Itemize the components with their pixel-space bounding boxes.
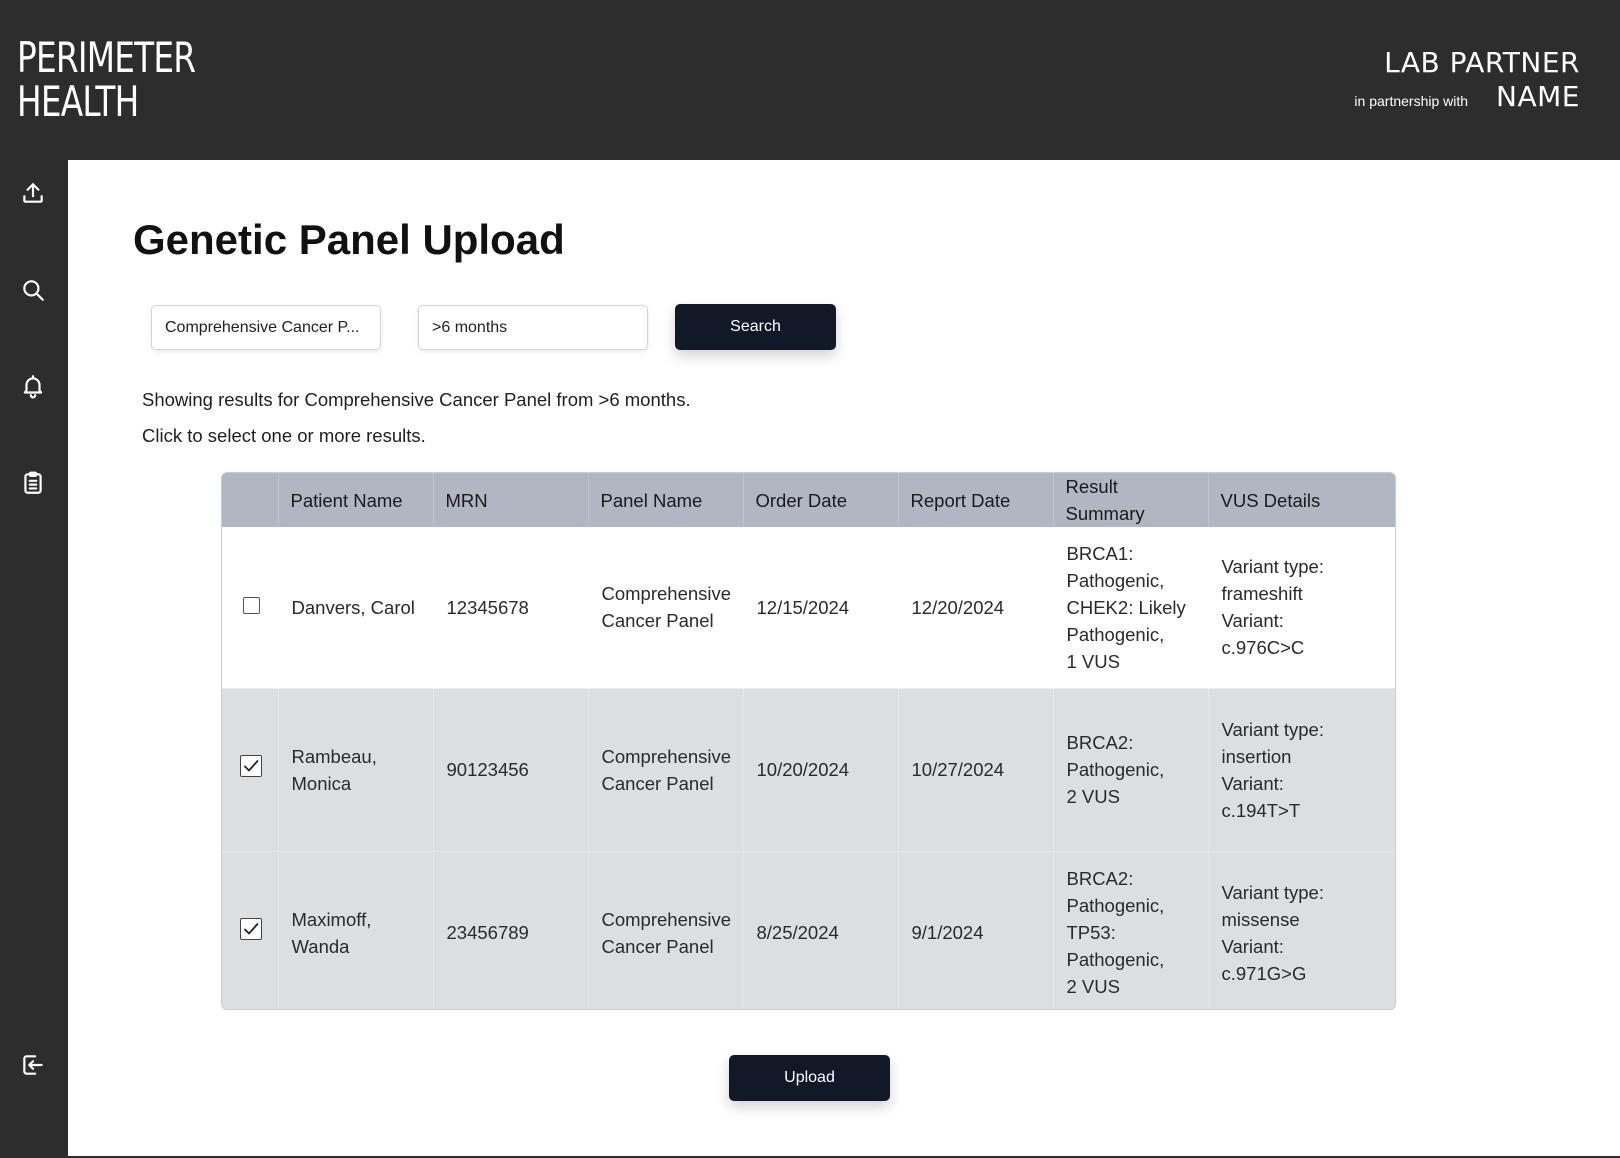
bell-icon[interactable]	[18, 371, 48, 401]
cell-report-date: 10/27/2024	[898, 687, 1054, 851]
page-title: Genetic Panel Upload	[133, 216, 565, 263]
brand-logo: PERIMETER HEALTH	[17, 33, 196, 126]
header-select	[222, 473, 279, 527]
cell-order-date: 8/25/2024	[743, 850, 899, 1009]
cell-report-date: 9/1/2024	[898, 850, 1054, 1009]
partner-prefix: in partnership with	[1354, 93, 1469, 109]
checkmark-icon	[244, 760, 259, 772]
row-select-cell	[222, 687, 279, 851]
header-patient-name: Patient Name	[278, 473, 434, 527]
row-checkbox[interactable]	[243, 596, 260, 614]
cell-panel-name: Comprehensive Cancer Panel	[588, 527, 744, 688]
cell-mrn: 12345678	[433, 527, 589, 688]
upload-icon[interactable]	[18, 178, 48, 208]
row-checkbox-checked[interactable]	[240, 755, 262, 777]
top-bar: PERIMETER HEALTH LAB PARTNER in partners…	[0, 0, 1620, 160]
sidebar	[0, 160, 68, 1158]
cell-vus-details: Variant type: insertion Variant: c.194T>…	[1208, 687, 1395, 851]
cell-mrn: 90123456	[433, 687, 589, 851]
cell-vus-details: Variant type: frameshift Variant: c.976C…	[1208, 527, 1395, 688]
row-select-cell	[222, 850, 279, 1009]
results-summary-text: Showing results for Comprehensive Cancer…	[142, 389, 691, 410]
search-button[interactable]: Search	[675, 304, 836, 350]
cell-patient-name: Maximoff, Wanda	[278, 850, 434, 1009]
brand-line-1: PERIMETER	[17, 33, 196, 82]
partner-block: LAB PARTNER in partnership with NAME	[1354, 46, 1580, 114]
header-result-summary: Result Summary	[1053, 473, 1209, 527]
panel-filter-input[interactable]	[151, 305, 381, 350]
row-checkbox-checked[interactable]	[240, 918, 262, 941]
results-table: Patient Name MRN Panel Name Order Date R…	[221, 472, 1396, 1010]
cell-order-date: 12/15/2024	[743, 527, 899, 688]
header-vus-details: VUS Details	[1220, 489, 1321, 511]
search-icon[interactable]	[18, 275, 48, 305]
table-row[interactable]: Rambeau, Monica 90123456 Comprehensive C…	[222, 687, 1395, 851]
table-header-row: Patient Name MRN Panel Name Order Date R…	[222, 473, 1395, 527]
header-panel-name: Panel Name	[588, 473, 744, 527]
header-report-date: Report Date	[898, 473, 1054, 527]
cell-result-summary: BRCA2: Pathogenic, TP53: Pathogenic, 2 V…	[1053, 850, 1209, 1009]
cell-result-summary: BRCA2: Pathogenic, 2 VUS	[1053, 687, 1209, 851]
row-select-cell	[222, 527, 279, 688]
table-row[interactable]: Danvers, Carol 12345678 Comprehensive Ca…	[222, 527, 1395, 688]
main-content: Genetic Panel Upload Search Showing resu…	[68, 160, 1620, 1156]
cell-patient-name: Rambeau, Monica	[278, 687, 434, 851]
selection-hint-text: Click to select one or more results.	[142, 425, 426, 446]
partner-line-1: LAB PARTNER	[1384, 46, 1580, 79]
cell-result-summary: BRCA1: Pathogenic, CHEK2: Likely Pathoge…	[1053, 527, 1209, 688]
cell-mrn: 23456789	[433, 850, 589, 1009]
header-mrn: MRN	[433, 473, 589, 527]
table-row[interactable]: Maximoff, Wanda 23456789 Comprehensive C…	[222, 850, 1395, 1009]
date-range-input[interactable]	[418, 305, 648, 350]
clipboard-icon[interactable]	[18, 468, 48, 498]
upload-button[interactable]: Upload	[729, 1055, 890, 1101]
cell-panel-name: Comprehensive Cancer Panel	[588, 850, 744, 1009]
checkmark-icon	[244, 923, 259, 935]
logout-icon[interactable]	[18, 1050, 48, 1080]
cell-panel-name: Comprehensive Cancer Panel	[588, 687, 744, 851]
brand-line-2: HEALTH	[17, 77, 139, 126]
cell-order-date: 10/20/2024	[743, 687, 899, 851]
cell-vus-details: Variant type: missense Variant: c.971G>G	[1208, 850, 1395, 1009]
cell-report-date: 12/20/2024	[898, 527, 1054, 688]
header-order-date: Order Date	[743, 473, 899, 527]
partner-line-2: NAME	[1496, 80, 1580, 113]
cell-patient-name: Danvers, Carol	[278, 527, 434, 688]
